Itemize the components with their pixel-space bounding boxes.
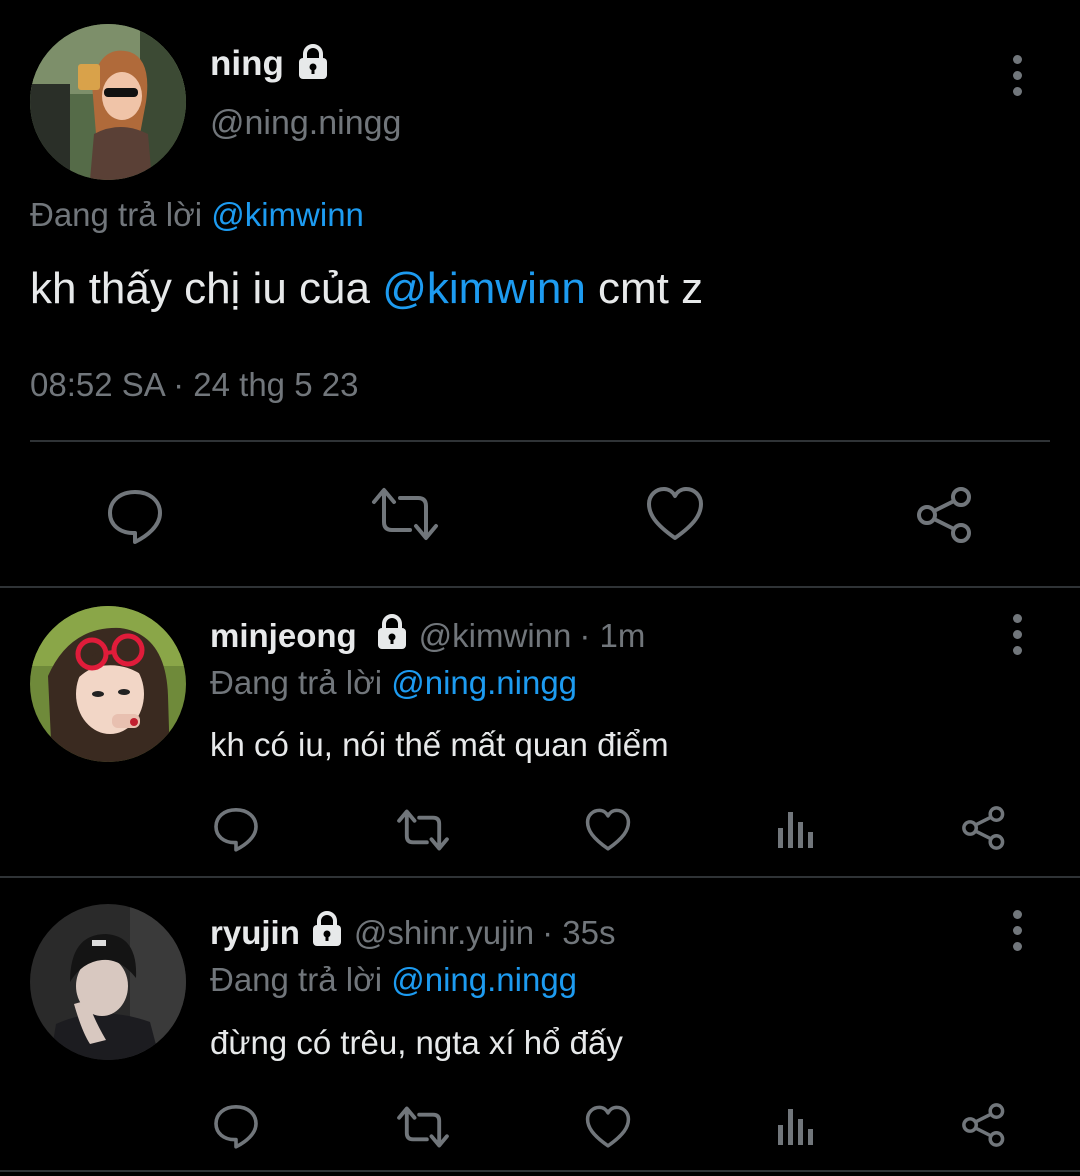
reply-icon[interactable] [212,1102,260,1150]
lock-icon [373,613,411,659]
like-icon[interactable] [645,486,705,542]
share-icon[interactable] [960,804,1008,852]
tweet-text: kh có iu, nói thế mất quan điểm [210,726,669,763]
more-options-icon[interactable] [997,604,1037,664]
handle[interactable]: @kimwinn [419,617,572,655]
divider [0,586,1080,588]
lock-icon [308,910,346,956]
tweet-text-part: cmt z [598,264,704,313]
divider [0,876,1080,878]
handle[interactable]: @ning.ningg [210,104,401,143]
relative-time[interactable]: · 35s [542,914,615,952]
display-name[interactable]: minjeong [210,617,357,655]
avatar[interactable] [30,24,186,180]
replying-to-link[interactable]: @ning.ningg [391,961,577,998]
reply-icon[interactable] [105,486,165,546]
replying-to-line: Đang trả lời @kimwinn [30,196,364,234]
tweet-text: kh thấy chị iu của @kimwinn cmt z [30,264,703,314]
replying-label: Đang trả lời [210,664,383,701]
like-icon[interactable] [584,1105,632,1149]
handle[interactable]: @shinr.yujin [354,914,534,952]
divider [0,1170,1080,1172]
more-options-icon[interactable] [997,900,1037,960]
replying-to-link[interactable]: @kimwinn [211,196,364,233]
tweet-text: đừng có trêu, ngta xí hổ đấy [210,1024,623,1061]
more-options-icon[interactable] [997,45,1037,105]
avatar[interactable] [30,606,186,762]
like-icon[interactable] [584,808,632,852]
relative-time[interactable]: · 1m [579,617,645,655]
lock-icon [294,43,332,86]
share-icon[interactable] [960,1101,1008,1149]
replying-to-line: Đang trả lời @ning.ningg [210,664,577,702]
retweet-icon[interactable] [396,808,450,852]
replying-to-line: Đang trả lời @ning.ningg [210,961,577,999]
avatar[interactable] [30,904,186,1060]
share-icon[interactable] [914,484,976,546]
tweet-text-part: kh thấy chị iu của [30,264,370,313]
replying-label: Đang trả lời [210,961,383,998]
divider [30,440,1050,442]
analytics-icon[interactable] [776,1105,816,1147]
reply-icon[interactable] [212,805,260,853]
display-name[interactable]: ryujin [210,914,300,952]
mention-link[interactable]: @kimwinn [382,264,586,313]
retweet-icon[interactable] [396,1105,450,1149]
timestamp[interactable]: 08:52 SA · 24 thg 5 23 [30,366,358,404]
replying-label: Đang trả lời [30,196,203,233]
display-name[interactable]: ning [210,44,284,84]
retweet-icon[interactable] [370,486,440,542]
replying-to-link[interactable]: @ning.ningg [391,664,577,701]
analytics-icon[interactable] [776,808,816,850]
